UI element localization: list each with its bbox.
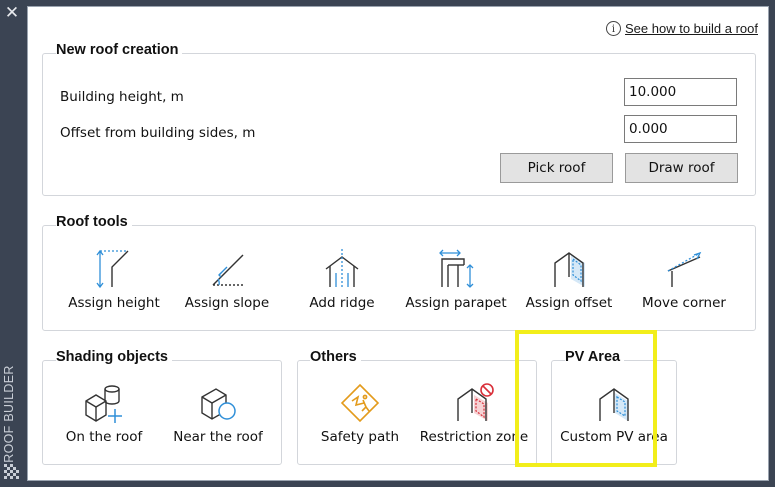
on-the-roof-tool[interactable]: On the roof: [58, 381, 150, 445]
offset-input[interactable]: [624, 115, 737, 143]
on-roof-object-icon: [85, 385, 122, 423]
assign-slope-icon: [212, 254, 244, 286]
restriction-zone-label: Restriction zone: [419, 429, 529, 445]
offset-label: Offset from building sides, m: [60, 125, 256, 141]
roof-tools-title: Roof tools: [56, 214, 132, 230]
move-corner-label: Move corner: [642, 295, 726, 311]
building-height-input[interactable]: [624, 78, 737, 106]
assign-offset-tool[interactable]: Assign offset: [521, 247, 617, 311]
move-corner-icon: [667, 251, 702, 287]
restriction-zone-icon: [457, 383, 494, 421]
on-the-roof-label: On the roof: [65, 429, 143, 445]
add-ridge-label: Add ridge: [309, 295, 375, 311]
assign-offset-label: Assign offset: [525, 295, 613, 311]
assign-parapet-tool[interactable]: Assign parapet: [404, 247, 508, 311]
add-ridge-tool[interactable]: Add ridge: [296, 247, 388, 311]
safety-path-label: Safety path: [320, 429, 400, 445]
palette-vertical-title: ROOF BUILDER: [2, 365, 16, 463]
safety-path-tool[interactable]: Safety path: [314, 381, 406, 445]
assign-height-icon: [96, 249, 129, 289]
custom-pv-area-icon: [599, 388, 629, 421]
custom-pv-area-tool[interactable]: Custom PV area: [556, 381, 672, 445]
assign-parapet-label: Assign parapet: [405, 295, 507, 311]
help-link-text[interactable]: See how to build a roof: [625, 21, 758, 36]
near-the-roof-label: Near the roof: [173, 429, 263, 445]
custom-pv-area-label: Custom PV area: [560, 429, 668, 445]
assign-slope-label: Assign slope: [184, 295, 270, 311]
help-link[interactable]: i See how to build a roof: [606, 21, 758, 36]
near-the-roof-tool[interactable]: Near the roof: [166, 381, 270, 445]
restriction-zone-tool[interactable]: Restriction zone: [416, 381, 532, 445]
building-height-label: Building height, m: [60, 89, 184, 105]
others-title: Others: [310, 349, 361, 365]
close-button[interactable]: ✕: [3, 4, 21, 22]
assign-parapet-icon: [439, 249, 474, 288]
assign-offset-icon: [554, 252, 585, 287]
near-roof-object-icon: [201, 388, 236, 420]
pick-roof-button[interactable]: Pick roof: [500, 153, 613, 183]
pv-area-title: PV Area: [565, 349, 625, 365]
move-corner-tool[interactable]: Move corner: [636, 247, 732, 311]
info-icon: i: [606, 21, 622, 36]
add-ridge-icon: [325, 249, 359, 287]
shading-objects-title: Shading objects: [56, 349, 172, 365]
roof-builder-panel: i See how to build a roof New roof creat…: [27, 6, 769, 481]
new-roof-title: New roof creation: [56, 42, 183, 58]
assign-slope-tool[interactable]: Assign slope: [181, 247, 273, 311]
assign-height-label: Assign height: [68, 295, 160, 311]
draw-roof-button[interactable]: Draw roof: [625, 153, 738, 183]
safety-path-icon: [340, 383, 380, 423]
grip-icon[interactable]: [2, 462, 22, 484]
assign-height-tool[interactable]: Assign height: [68, 247, 160, 311]
